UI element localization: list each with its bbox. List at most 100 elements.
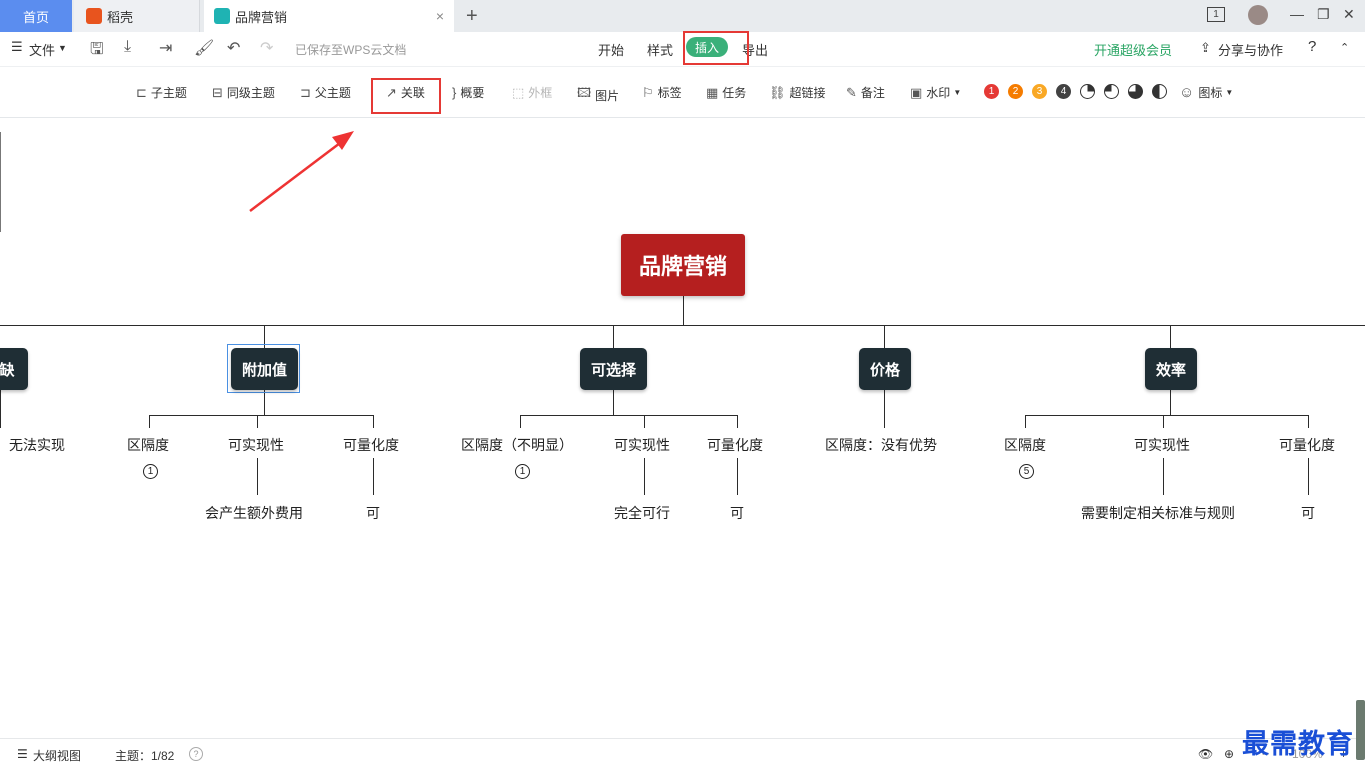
boundary-button[interactable]: ⬚ 外框 [512, 84, 552, 101]
leaf-topic[interactable]: 可量化度 [707, 435, 763, 455]
status-bar: ☰ 大纲视图 主题：1/82 ? 👁 ⊕ − 100% + [0, 738, 1365, 769]
leaf-topic[interactable]: 区隔度：没有优势 [825, 435, 937, 455]
save-icon[interactable]: 🖫 [90, 38, 104, 65]
tag-button[interactable]: ⚐ 标签 [642, 84, 682, 101]
sibling-topic-button[interactable]: ⊟ 同级主题 [212, 84, 275, 101]
scroll-handle[interactable] [1356, 700, 1365, 760]
share-button[interactable]: 分享与协作 [1218, 40, 1283, 59]
help-circle-icon[interactable]: ? [189, 747, 203, 761]
leaf-topic[interactable]: 可量化度 [1279, 435, 1335, 455]
topic-partial-left[interactable]: 缺 [0, 348, 28, 390]
connector [644, 458, 645, 495]
boundary-icon: ⬚ [512, 84, 525, 100]
connector [1308, 458, 1309, 495]
image-icon: 🖾 [577, 85, 592, 100]
tab-active-document[interactable]: 品牌营销 × [204, 0, 454, 32]
leaf-topic[interactable]: 可实现性 [228, 435, 284, 455]
close-window-icon[interactable]: ✕ [1343, 6, 1355, 23]
child-topic-icon: ⊏ [136, 84, 147, 100]
summary-button[interactable]: } 概要 [452, 84, 484, 101]
share-icon[interactable]: ⇪ [1200, 40, 1211, 56]
format-painter-icon[interactable]: 🖌 [194, 38, 214, 58]
redo-icon[interactable]: ↷ [260, 38, 273, 58]
summary-bracket-icon: } [452, 85, 457, 100]
leaf-topic[interactable]: 区隔度（不明显） [461, 435, 573, 455]
tab-start[interactable]: 开始 [598, 40, 624, 59]
save-status: 已保存至WPS云文档 [295, 43, 407, 57]
leaf-topic[interactable]: 可实现性 [1134, 435, 1190, 455]
connector [149, 415, 150, 428]
undo-icon[interactable]: ↶ [227, 38, 240, 58]
priority-marker-icon[interactable]: 1 [515, 464, 530, 479]
vip-link[interactable]: 开通超级会员 [1094, 40, 1172, 59]
priority-3-icon[interactable]: 3 [1032, 84, 1047, 99]
leaf-topic[interactable]: 无法实现 [9, 435, 65, 455]
leaf-topic[interactable]: 可 [730, 503, 744, 523]
priority-2-icon[interactable]: 2 [1008, 84, 1023, 99]
link-icon: ⛓ [769, 84, 786, 100]
file-menu[interactable]: 文件 [29, 40, 55, 59]
collapse-icon[interactable]: ⌃ [1340, 41, 1349, 54]
connector [613, 325, 614, 348]
connector [257, 458, 258, 495]
leaf-topic[interactable]: 可实现性 [614, 435, 670, 455]
leaf-topic[interactable]: 可 [366, 503, 380, 523]
progress-quarter-icon[interactable] [1080, 84, 1095, 99]
tab-style[interactable]: 样式 [647, 40, 673, 59]
hamburger-icon[interactable]: ☰ [11, 39, 23, 55]
note-button[interactable]: ✎ 备注 [846, 84, 885, 101]
leaf-topic[interactable]: 完全可行 [614, 503, 670, 523]
root-topic[interactable]: 品牌营销 [621, 234, 745, 296]
highlight-box-relation [371, 78, 441, 114]
task-button[interactable]: ▦ 任务 [706, 84, 746, 101]
export-icon[interactable]: ⇥ [159, 38, 172, 58]
outline-view-button[interactable]: 大纲视图 [33, 747, 81, 764]
progress-half-quarter-icon[interactable] [1104, 84, 1119, 99]
highlight-box-insert [683, 31, 749, 65]
tab-home[interactable]: 首页 [0, 0, 72, 32]
topic-price[interactable]: 价格 [859, 348, 911, 390]
leaf-topic[interactable]: 会产生额外费用 [205, 503, 303, 523]
leaf-topic[interactable]: 可量化度 [343, 435, 399, 455]
locate-icon[interactable]: ⊕ [1224, 747, 1234, 761]
topic-added-value[interactable]: 附加值 [231, 348, 298, 390]
hyperlink-button[interactable]: ⛓ 超链接 [769, 84, 826, 101]
minimize-icon[interactable]: — [1290, 6, 1304, 22]
mindmap-canvas[interactable] [0, 118, 1365, 738]
leaf-topic[interactable]: 需要制定相关标准与规则 [1081, 503, 1235, 523]
progress-half-icon[interactable] [1152, 84, 1167, 99]
connector [737, 458, 738, 495]
mindmap-logo-icon [214, 8, 230, 24]
chevron-down-icon[interactable]: ▼ [58, 43, 67, 53]
leaf-topic[interactable]: 可 [1301, 503, 1315, 523]
child-topic-button[interactable]: ⊏ 子主题 [136, 84, 187, 101]
priority-1-icon[interactable]: 1 [984, 84, 999, 99]
outline-icon[interactable]: ☰ [17, 747, 28, 761]
watermark-button[interactable]: ▣ 水印 ▼ [910, 84, 961, 101]
connector [884, 325, 885, 348]
image-button[interactable]: 🖾 图片 [577, 84, 619, 106]
download-icon[interactable]: ⤓ [124, 38, 131, 56]
icon-button[interactable]: ☺ 图标 ▼ [1179, 84, 1233, 101]
restore-icon[interactable]: ❐ [1317, 6, 1330, 23]
progress-three-quarter-icon[interactable] [1128, 84, 1143, 99]
tab-daoke[interactable]: 稻壳 [74, 0, 200, 32]
connector [1163, 415, 1164, 428]
parent-topic-button[interactable]: ⊐ 父主题 [300, 84, 351, 101]
new-tab-button[interactable]: + [466, 5, 478, 28]
close-tab-icon[interactable]: × [436, 8, 444, 24]
topic-efficiency[interactable]: 效率 [1145, 348, 1197, 390]
leaf-topic[interactable]: 区隔度 [127, 435, 169, 455]
parent-topic-icon: ⊐ [300, 84, 311, 100]
connector [1308, 415, 1309, 428]
leaf-topic[interactable]: 区隔度 [1004, 435, 1046, 455]
topic-optional[interactable]: 可选择 [580, 348, 647, 390]
eye-icon[interactable]: 👁 [1198, 747, 1213, 761]
priority-marker-icon[interactable]: 5 [1019, 464, 1034, 479]
priority-4-icon[interactable]: 4 [1056, 84, 1071, 99]
help-icon[interactable]: ? [1308, 38, 1316, 55]
page-indicator[interactable]: 1 [1207, 7, 1225, 22]
user-avatar[interactable] [1248, 5, 1268, 25]
priority-marker-icon[interactable]: 1 [143, 464, 158, 479]
connector [373, 415, 374, 428]
